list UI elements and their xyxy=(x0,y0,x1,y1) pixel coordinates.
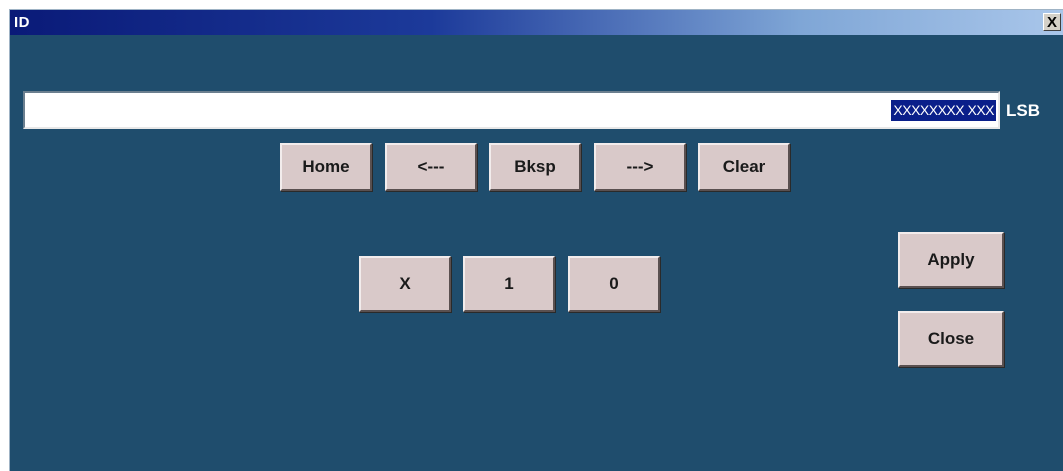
cursor-right-button[interactable]: ---> xyxy=(594,143,686,191)
value-1-button[interactable]: 1 xyxy=(463,256,555,312)
id-dialog: ID X XXXXXXXX XXX LSB Home <--- Bksp ---… xyxy=(9,9,1063,471)
close-button[interactable]: Close xyxy=(898,311,1004,367)
id-entry-field[interactable]: XXXXXXXX XXX xyxy=(23,91,1000,129)
window-close-button[interactable]: X xyxy=(1043,13,1061,31)
apply-button[interactable]: Apply xyxy=(898,232,1004,288)
lsb-label: LSB xyxy=(1006,101,1040,120)
home-button[interactable]: Home xyxy=(280,143,372,191)
backspace-button[interactable]: Bksp xyxy=(489,143,581,191)
value-x-button[interactable]: X xyxy=(359,256,451,312)
window-title: ID xyxy=(14,14,30,31)
title-bar[interactable]: ID X xyxy=(10,10,1063,35)
close-icon: X xyxy=(1046,13,1057,31)
value-0-button[interactable]: 0 xyxy=(568,256,660,312)
cursor-left-button[interactable]: <--- xyxy=(385,143,477,191)
clear-button[interactable]: Clear xyxy=(698,143,790,191)
id-entry-value: XXXXXXXX XXX xyxy=(891,100,996,121)
